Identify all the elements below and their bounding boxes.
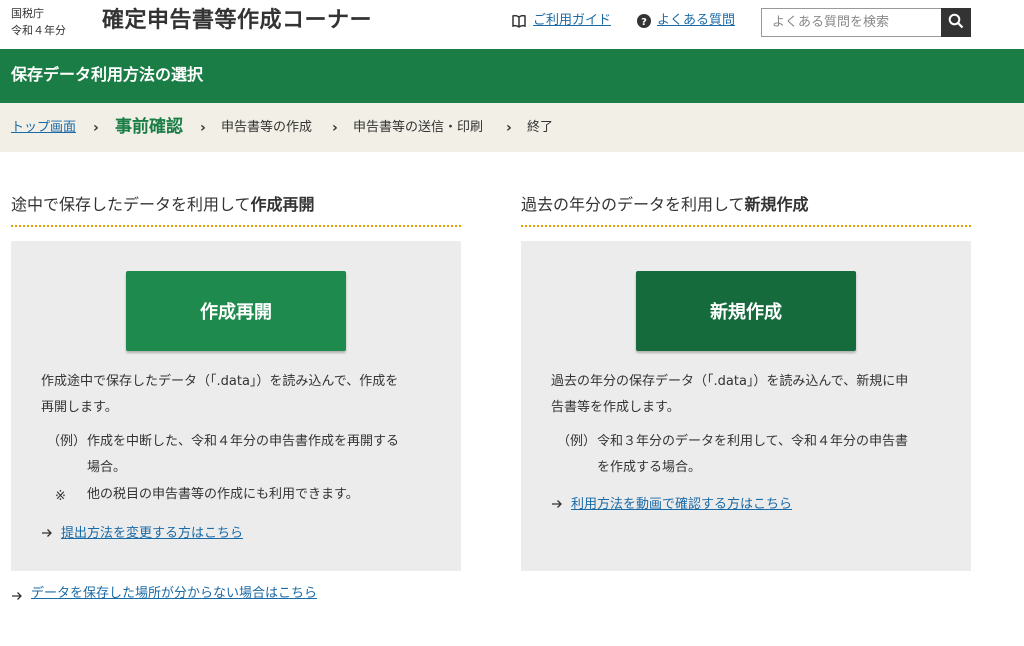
resume-button[interactable]: 作成再開 bbox=[126, 271, 346, 351]
resume-panel: 作成再開 作成途中で保存したデータ（「.data」）を読み込んで、作成を 再開し… bbox=[11, 241, 461, 571]
new-creation-panel: 新規作成 過去の年分の保存データ（「.data」）を読み込んで、新規に申 告書等… bbox=[521, 241, 971, 571]
resume-description: 作成途中で保存したデータ（「.data」）を読み込んで、作成を 再開します。 bbox=[41, 369, 441, 421]
breadcrumb-separator: › bbox=[200, 120, 206, 136]
example-label: （例） bbox=[47, 434, 87, 449]
new-creation-description: 過去の年分の保存データ（「.data」）を読み込んで、新規に申 告書等を作成しま… bbox=[551, 369, 951, 421]
question-circle-icon: ? bbox=[636, 13, 652, 29]
new-heading-emphasis: 新規作成 bbox=[744, 195, 809, 214]
note-mark: ※ bbox=[55, 489, 66, 504]
arrow-right-icon bbox=[551, 498, 563, 516]
agency-label: 国税庁 令和４年分 bbox=[11, 5, 66, 39]
faq-search-input[interactable]: よくある質問を検索 bbox=[761, 8, 941, 37]
breadcrumb-step-send: 申告書等の送信・印刷 bbox=[353, 120, 484, 135]
breadcrumb-step-create: 申告書等の作成 bbox=[221, 120, 313, 135]
new-section-heading: 過去の年分のデータを利用して新規作成 bbox=[521, 193, 971, 227]
new-creation-description-line: 過去の年分の保存データ（「.data」）を読み込んで、新規に申 bbox=[551, 374, 909, 389]
resume-heading-text: 途中で保存したデータを利用して bbox=[11, 195, 251, 214]
page-title-bar: 保存データ利用方法の選択 bbox=[0, 49, 1024, 103]
resume-heading-emphasis: 作成再開 bbox=[250, 195, 315, 214]
change-submission-method-link[interactable]: 提出方法を変更する方はこちら bbox=[61, 525, 243, 543]
resume-description-line: 再開します。 bbox=[41, 400, 118, 415]
new-creation-example-line: を作成する場合。 bbox=[597, 460, 702, 475]
page-title: 保存データ利用方法の選択 bbox=[11, 65, 204, 84]
faq-link[interactable]: よくある質問 bbox=[657, 12, 735, 30]
new-heading-text: 過去の年分のデータを利用して bbox=[521, 195, 745, 214]
resume-example-line: 場合。 bbox=[87, 460, 127, 475]
resume-note: 他の税目の申告書等の作成にも利用できます。 bbox=[87, 487, 359, 502]
resume-example-line: 作成を中断した、令和４年分の申告書作成を再開する bbox=[87, 434, 400, 449]
resume-description-line: 作成途中で保存したデータ（「.data」）を読み込んで、作成を bbox=[41, 374, 399, 389]
data-location-help-link[interactable]: データを保存した場所が分からない場合はこちら bbox=[31, 585, 317, 603]
breadcrumb-step-end: 終了 bbox=[527, 120, 554, 135]
agency-name: 国税庁 bbox=[11, 7, 44, 20]
new-creation-example-line: 令和３年分のデータを利用して、令和４年分の申告書 bbox=[597, 434, 908, 449]
new-creation-example: 令和３年分のデータを利用して、令和４年分の申告書 を作成する場合。 bbox=[597, 429, 947, 481]
breadcrumb: トップ画面 › 事前確認 › 申告書等の作成 › 申告書等の送信・印刷 › 終了 bbox=[0, 103, 1024, 152]
breadcrumb-separator: › bbox=[332, 120, 338, 136]
search-button[interactable] bbox=[941, 8, 971, 37]
new-creation-description-line: 告書等を作成します。 bbox=[551, 400, 680, 415]
resume-example: 作成を中断した、令和４年分の申告書作成を再開する 場合。 bbox=[87, 429, 437, 481]
svg-text:?: ? bbox=[641, 17, 647, 28]
arrow-right-icon bbox=[41, 527, 53, 545]
site-header: 国税庁 令和４年分 確定申告書等作成コーナー ご利用ガイド ? よくある質問 よ… bbox=[0, 0, 1024, 49]
breadcrumb-top-link[interactable]: トップ画面 bbox=[11, 119, 76, 137]
arrow-right-icon bbox=[11, 590, 23, 608]
tax-year: 令和４年分 bbox=[11, 24, 66, 37]
new-creation-button[interactable]: 新規作成 bbox=[636, 271, 856, 351]
book-icon bbox=[511, 13, 527, 29]
breadcrumb-separator: › bbox=[506, 120, 512, 136]
guide-link[interactable]: ご利用ガイド bbox=[533, 12, 611, 30]
video-guide-link[interactable]: 利用方法を動画で確認する方はこちら bbox=[571, 496, 792, 514]
breadcrumb-current-step: 事前確認 bbox=[115, 117, 183, 137]
breadcrumb-separator: › bbox=[93, 120, 99, 136]
search-icon bbox=[948, 13, 964, 33]
site-title: 確定申告書等作成コーナー bbox=[102, 8, 373, 33]
resume-section-heading: 途中で保存したデータを利用して作成再開 bbox=[11, 193, 461, 227]
example-label: （例） bbox=[557, 434, 597, 449]
